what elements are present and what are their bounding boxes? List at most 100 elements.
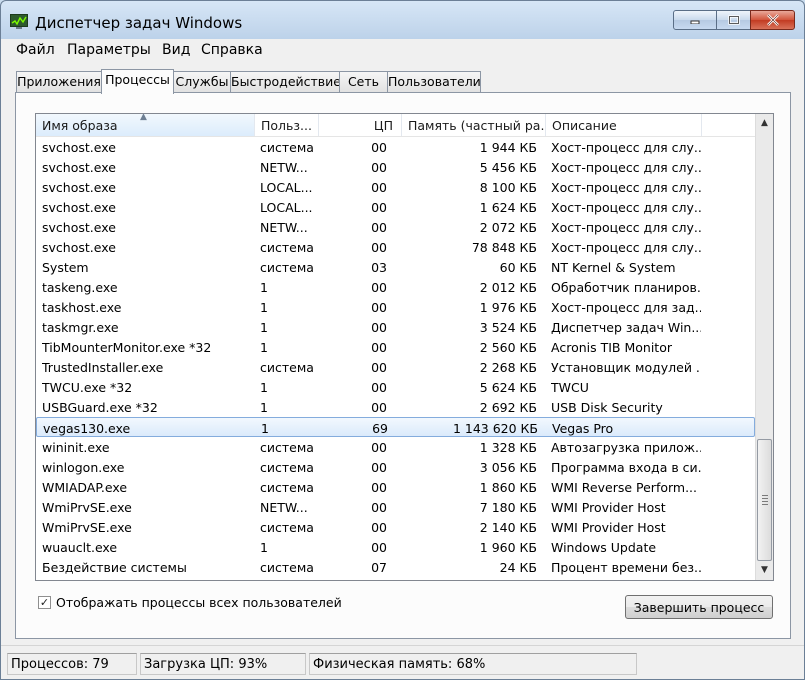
process-user: система <box>260 480 314 495</box>
process-memory: 2 268 КБ <box>479 360 537 375</box>
title-bar[interactable]: Диспетчер задач Windows <box>1 1 804 39</box>
table-row[interactable]: TrustedInstaller.exe система 00 2 268 КБ Уст… <box>36 357 755 377</box>
process-memory: 78 848 КБ <box>471 240 537 255</box>
minimize-button[interactable] <box>673 10 717 30</box>
table-row[interactable]: WMIADAP.exe система 00 1 860 КБ WMI Reverse … <box>36 477 755 497</box>
column-header-description[interactable]: Описание <box>546 114 702 136</box>
close-button[interactable] <box>750 10 795 30</box>
process-description: Хост-процесс для слу... <box>551 200 701 215</box>
process-user: система <box>260 260 314 275</box>
table-row[interactable]: svchost.exe NETW... 00 2 072 КБ Хост-процесс… <box>36 217 755 237</box>
process-name: taskmgr.exe <box>42 320 119 335</box>
column-header-cpu[interactable]: ЦП <box>319 114 402 136</box>
table-row[interactable]: vegas130.exe 1 69 1 143 620 КБ Vegas Pro <box>36 417 755 437</box>
tab-services[interactable]: Службы <box>173 71 231 92</box>
end-process-button[interactable]: Завершить процесс <box>625 595 773 619</box>
process-name: taskeng.exe <box>42 280 118 295</box>
process-name: svchost.exe <box>42 200 116 215</box>
process-name: svchost.exe <box>42 140 116 155</box>
scroll-up-icon[interactable]: ▲ <box>756 115 773 132</box>
table-row[interactable]: wininit.exe система 00 1 328 КБ Автозагрузка… <box>36 437 755 457</box>
column-header-image-name[interactable]: ▲ Имя образа <box>36 114 255 136</box>
table-row[interactable]: svchost.exe LOCAL... 00 1 624 КБ Хост-процес… <box>36 197 755 217</box>
process-memory: 2 072 КБ <box>479 220 537 235</box>
menu-help[interactable]: Справка <box>201 42 263 58</box>
process-user: система <box>260 240 314 255</box>
process-user: 1 <box>260 340 268 355</box>
process-cpu: 00 <box>371 200 387 215</box>
process-memory: 2 560 КБ <box>479 340 537 355</box>
processes-panel: ▲ Имя образа Польз... ЦП Память (частный… <box>15 92 791 639</box>
tab-applications[interactable]: Приложения <box>16 71 102 92</box>
status-cpu-usage: Загрузка ЦП: 93% <box>140 653 306 675</box>
table-row[interactable]: taskhost.exe 1 00 1 976 КБ Хост-процесс для … <box>36 297 755 317</box>
list-header: ▲ Имя образа Польз... ЦП Память (частный… <box>36 114 755 137</box>
process-description: Обработчик планиров... <box>551 280 701 295</box>
process-cpu: 00 <box>371 300 387 315</box>
maximize-button[interactable] <box>716 10 751 30</box>
table-row[interactable]: svchost.exe система 00 1 944 КБ Хост-процесс… <box>36 137 755 157</box>
process-cpu: 00 <box>371 440 387 455</box>
table-row[interactable]: svchost.exe система 00 78 848 КБ Хост-процес… <box>36 237 755 257</box>
tab-users[interactable]: Пользователи <box>387 71 481 92</box>
table-row[interactable]: taskmgr.exe 1 00 3 524 КБ Диспетчер задач Wi… <box>36 317 755 337</box>
process-cpu: 00 <box>371 320 387 335</box>
process-memory: 3 524 КБ <box>479 320 537 335</box>
table-row[interactable]: taskeng.exe 1 00 2 012 КБ Обработчик планиро… <box>36 277 755 297</box>
menu-view[interactable]: Вид <box>162 42 190 58</box>
process-memory: 5 456 КБ <box>479 160 537 175</box>
table-row[interactable]: svchost.exe LOCAL... 00 8 100 КБ Хост-процес… <box>36 177 755 197</box>
process-memory: 8 100 КБ <box>479 180 537 195</box>
vertical-scrollbar[interactable]: ▲ ▼ <box>755 114 773 580</box>
column-header-memory[interactable]: Память (частный ра... <box>402 114 546 136</box>
column-header-label: Имя образа <box>42 118 118 133</box>
table-row[interactable]: WmiPrvSE.exe NETW... 00 7 180 КБ WMI Provide… <box>36 497 755 517</box>
process-user: NETW... <box>260 220 308 235</box>
status-processes: Процессов: 79 <box>7 653 137 675</box>
process-cpu: 00 <box>371 380 387 395</box>
process-description: Хост-процесс для слу... <box>551 140 701 155</box>
process-name: svchost.exe <box>42 180 116 195</box>
process-cpu: 07 <box>371 560 387 575</box>
process-user: система <box>260 360 314 375</box>
table-row[interactable]: svchost.exe NETW... 00 5 456 КБ Хост-процесс… <box>36 157 755 177</box>
menu-options[interactable]: Параметры <box>67 42 151 58</box>
table-row[interactable]: Бездействие системы система 07 24 КБ Процент… <box>36 557 755 577</box>
table-row[interactable]: TibMounterMonitor.exe *32 1 00 2 560 КБ Acro… <box>36 337 755 357</box>
process-memory: 1 860 КБ <box>479 480 537 495</box>
process-memory: 5 624 КБ <box>479 380 537 395</box>
table-row[interactable]: System система 03 60 КБ NT Kernel & System <box>36 257 755 277</box>
close-icon <box>766 14 779 26</box>
show-all-users-label[interactable]: Отображать процессы всех пользователей <box>56 595 342 610</box>
process-user: LOCAL... <box>260 200 313 215</box>
process-memory: 1 944 КБ <box>479 140 537 155</box>
tab-network[interactable]: Сеть <box>339 71 388 92</box>
process-memory: 1 624 КБ <box>479 200 537 215</box>
maximize-icon <box>727 15 740 25</box>
table-row[interactable]: USBGuard.exe *32 1 00 2 692 КБ USB Disk Secu… <box>36 397 755 417</box>
table-row[interactable]: wuauclt.exe 1 00 1 960 КБ Windows Update <box>36 537 755 557</box>
show-all-users-checkbox[interactable]: ✓ <box>38 596 51 609</box>
process-name: WmiPrvSE.exe <box>42 520 132 535</box>
process-memory: 60 КБ <box>499 260 537 275</box>
tab-performance[interactable]: Быстродействие <box>230 71 341 92</box>
process-name: svchost.exe <box>42 240 116 255</box>
process-cpu: 00 <box>371 340 387 355</box>
process-list[interactable]: ▲ Имя образа Польз... ЦП Память (частный… <box>35 113 774 581</box>
process-cpu: 00 <box>371 180 387 195</box>
tab-processes[interactable]: Процессы <box>101 69 174 94</box>
process-cpu: 00 <box>371 140 387 155</box>
menu-file[interactable]: Файл <box>16 42 55 58</box>
scroll-thumb[interactable] <box>757 439 772 561</box>
process-cpu: 00 <box>371 160 387 175</box>
process-memory: 1 960 КБ <box>479 540 537 555</box>
process-description: WMI Provider Host <box>551 500 666 515</box>
process-cpu: 00 <box>371 540 387 555</box>
table-row[interactable]: TWCU.exe *32 1 00 5 624 КБ TWCU <box>36 377 755 397</box>
scroll-down-icon[interactable]: ▼ <box>756 562 773 579</box>
process-user: NETW... <box>260 160 308 175</box>
table-row[interactable]: WmiPrvSE.exe система 00 2 140 КБ WMI Provide… <box>36 517 755 537</box>
process-name: winlogon.exe <box>42 460 125 475</box>
table-row[interactable]: winlogon.exe система 00 3 056 КБ Программа в… <box>36 457 755 477</box>
column-header-user[interactable]: Польз... <box>255 114 319 136</box>
